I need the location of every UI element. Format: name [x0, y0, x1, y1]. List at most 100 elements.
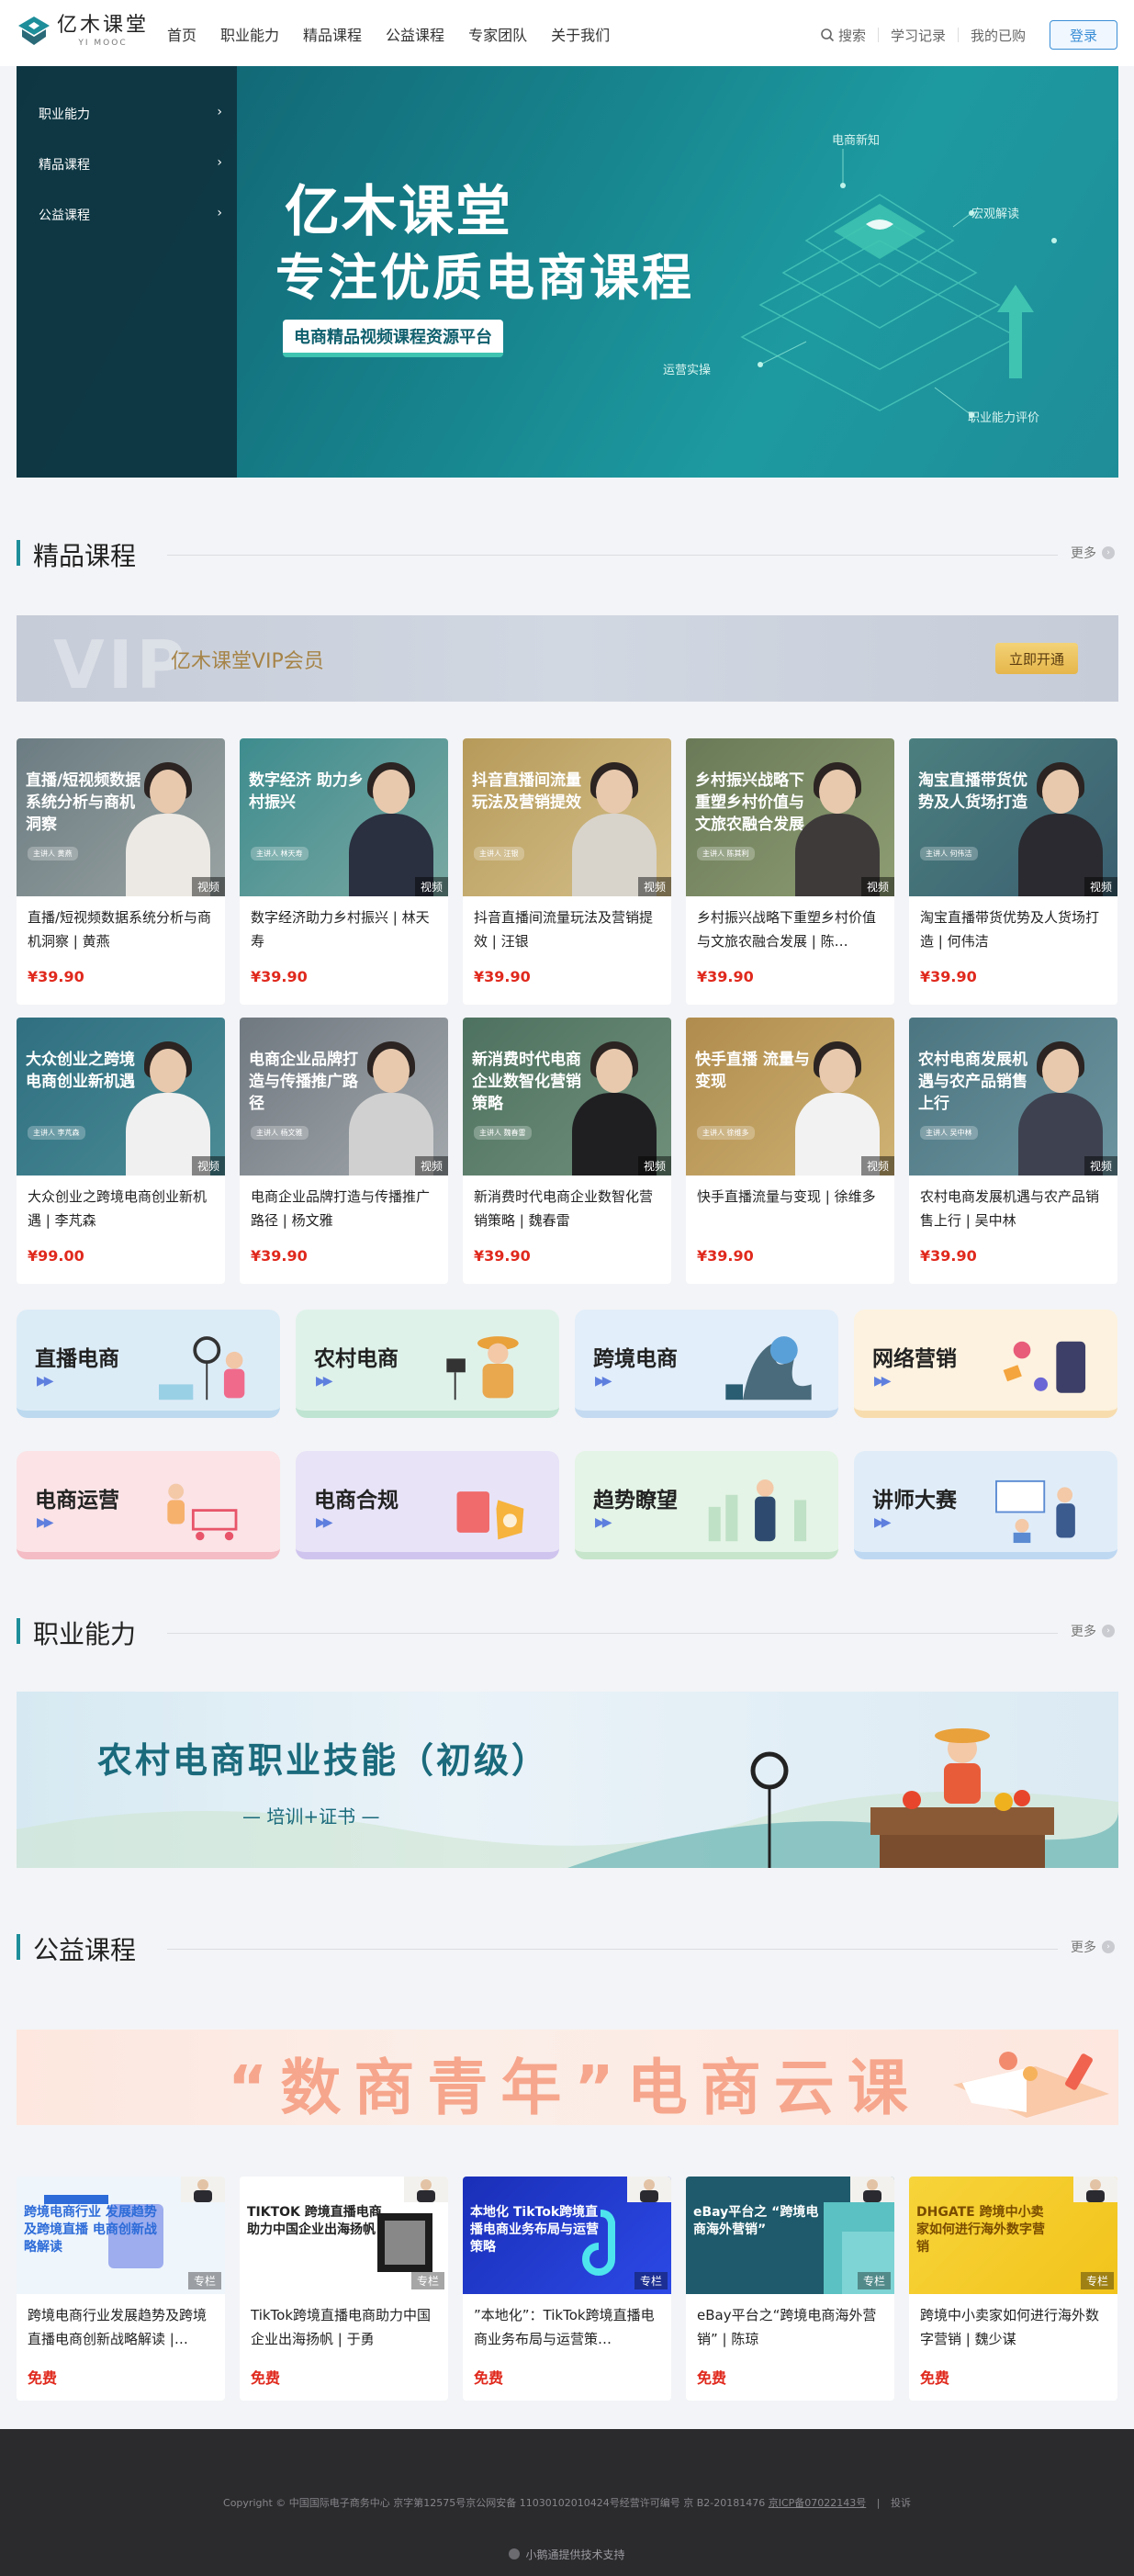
purchased-link[interactable]: 我的已购	[971, 26, 1026, 45]
course-price: 免费	[697, 2369, 727, 2387]
nav-career[interactable]: 职业能力	[220, 23, 279, 45]
vip-banner[interactable]: VIP 亿木课堂VIP会员 立即开通	[17, 615, 1118, 702]
video-badge: 视频	[860, 877, 894, 896]
course-thumbnail: 直播/短视频数据系统分析与商机洞察 主讲人 黄燕 视频	[17, 738, 225, 896]
free-course-card[interactable]: 跨境电商行业 发展趋势及跨境直播 电商创新战略解读 专栏 跨境电商行业发展趋势及…	[17, 2177, 225, 2401]
nav-experts[interactable]: 专家团队	[468, 23, 527, 45]
nav-about[interactable]: 关于我们	[551, 23, 610, 45]
career-banner[interactable]: 农村电商职业技能（初级） — 培训+证书 —	[17, 1692, 1118, 1868]
column-badge: 专栏	[857, 2272, 891, 2289]
category-illustration	[1003, 1341, 1086, 1393]
presenter-mini-photo	[181, 2177, 225, 2202]
course-price: ¥39.90	[251, 968, 308, 985]
vip-activate-button[interactable]: 立即开通	[995, 643, 1078, 674]
presenter-photo	[126, 759, 210, 896]
double-arrow-icon: ▶▶	[316, 1374, 332, 1389]
logo-text: 亿木课堂	[57, 14, 150, 37]
chevron-right-icon: ›	[1102, 546, 1115, 559]
course-card[interactable]: 抖音直播间流量玩法及营销提效 主讲人 汪银 视频 抖音直播间流量玩法及营销提效 …	[463, 738, 671, 1005]
free-course-card[interactable]: 本地化 TikTok跨境直播电商业务布局与运营策略 专栏 ”本地化”：TikTo…	[463, 2177, 671, 2401]
double-arrow-icon: ▶▶	[316, 1515, 332, 1530]
category-illustration	[446, 1336, 519, 1400]
report-link[interactable]: 投诉	[891, 2497, 911, 2509]
category-card[interactable]: 电商合规 ▶▶	[296, 1451, 559, 1559]
category-label: 讲师大赛	[872, 1489, 957, 1513]
divider: |	[876, 2497, 881, 2509]
free-course-card[interactable]: eBay平台之 “跨境电商海外营销” 专栏 eBay平台之“跨境电商海外营销” …	[686, 2177, 894, 2401]
course-card[interactable]: 直播/短视频数据系统分析与商机洞察 主讲人 黄燕 视频 直播/短视频数据系统分析…	[17, 738, 225, 1005]
login-button[interactable]: 登录	[1050, 20, 1117, 50]
free-course-card[interactable]: DHGATE 跨境中小卖家如何进行海外数字营销 专栏 跨境中小卖家如何进行海外数…	[909, 2177, 1117, 2401]
category-card[interactable]: 讲师大赛 ▶▶	[854, 1451, 1117, 1559]
course-title: eBay平台之“跨境电商海外营销” | 陈琼	[697, 2307, 877, 2347]
course-card[interactable]: 大众创业之跨境电商创业新机遇 主讲人 李芃森 视频 大众创业之跨境电商创业新机遇…	[17, 1018, 225, 1284]
course-price: ¥99.00	[28, 1247, 84, 1265]
presenter-label: 主讲人 何伟洁	[920, 847, 978, 861]
charity-banner-title: “数商青年”电商云课	[228, 2053, 921, 2123]
course-card[interactable]: 快手直播 流量与变现 主讲人 徐维多 视频 快手直播流量与变现 | 徐维多 ¥3…	[686, 1018, 894, 1284]
column-badge: 专栏	[634, 2272, 668, 2289]
video-badge: 视频	[860, 1156, 894, 1176]
category-card[interactable]: 电商运营 ▶▶	[17, 1451, 280, 1559]
nav-charity[interactable]: 公益课程	[386, 23, 444, 45]
side-menu-premium[interactable]: 精品课程 ›	[39, 155, 222, 174]
course-card[interactable]: 电商企业品牌打造与传播推广路径 主讲人 杨文雅 视频 电商企业品牌打造与传播推广…	[240, 1018, 448, 1284]
chevron-right-icon: ›	[217, 155, 222, 170]
career-banner-subtitle: — 培训+证书 —	[242, 1805, 380, 1828]
course-title: 乡村振兴战略下重塑乡村价值与文旅农融合发展 | 陈…	[697, 909, 877, 950]
course-thumbnail: 乡村振兴战略下重塑乡村价值与文旅农融合发展 主讲人 陈其利 视频	[686, 738, 894, 896]
hero-banner[interactable]: 职业能力 › 精品课程 › 公益课程 › 亿木课堂 专注优质电商课程 电商精品视频课程…	[17, 66, 1118, 478]
course-title: 跨境中小卖家如何进行海外数字营销 | 魏少谋	[920, 2307, 1100, 2347]
study-record-link[interactable]: 学习记录	[891, 26, 946, 45]
course-title: 农村电商发展机遇与农产品销售上行 | 吴中林	[920, 1188, 1100, 1229]
career-section-header: 职业能力 更多 ›	[17, 1613, 1118, 1649]
category-card[interactable]: 趋势瞭望 ▶▶	[575, 1451, 838, 1559]
presenter-photo	[572, 759, 657, 896]
course-thumbnail: 电商企业品牌打造与传播推广路径 主讲人 杨文雅 视频	[240, 1018, 448, 1176]
more-link[interactable]: 更多 ›	[1071, 544, 1115, 562]
course-card[interactable]: 数字经济 助力乡村振兴 主讲人 林天寿 视频 数字经济助力乡村振兴 | 林天寿 …	[240, 738, 448, 1005]
category-card[interactable]: 农村电商 ▶▶	[296, 1310, 559, 1418]
course-price: ¥39.90	[697, 1247, 754, 1265]
chevron-right-icon: ›	[1102, 1940, 1115, 1953]
banner-tag: 电商新知	[832, 134, 881, 148]
presenter-photo	[1018, 1038, 1103, 1176]
video-badge: 视频	[191, 877, 225, 896]
presenter-label: 主讲人 林天寿	[251, 847, 309, 861]
icp-link[interactable]: 京ICP备07022143号	[769, 2497, 867, 2509]
section-accent	[17, 540, 20, 566]
more-link[interactable]: 更多 ›	[1071, 1622, 1115, 1640]
category-card[interactable]: 跨境电商 ▶▶	[575, 1310, 838, 1418]
side-menu-career[interactable]: 职业能力 ›	[39, 105, 222, 123]
nav-premium[interactable]: 精品课程	[303, 23, 362, 45]
section-accent	[17, 1618, 20, 1644]
site-footer: Copyright © 中国国际电子商务中心 京字第12575号京公网安备 11…	[0, 2429, 1134, 2576]
course-title: 直播/短视频数据系统分析与商机洞察 | 黄燕	[28, 909, 212, 950]
more-link[interactable]: 更多 ›	[1071, 1938, 1115, 1956]
course-title: 新消费时代电商企业数智化营销策略 | 魏春雷	[474, 1188, 654, 1229]
course-thumbnail: 数字经济 助力乡村振兴 主讲人 林天寿 视频	[240, 738, 448, 896]
course-card[interactable]: 淘宝直播带货优势及人货场打造 主讲人 何伟洁 视频 淘宝直播带货优势及人货场打造…	[909, 738, 1117, 1005]
free-course-card[interactable]: TIKTOK 跨境直播电商助力中国企业出海扬帆 专栏 TikTok跨境直播电商助…	[240, 2177, 448, 2401]
course-card[interactable]: 农村电商发展机遇与农产品销售上行 主讲人 吴中林 视频 农村电商发展机遇与农产品…	[909, 1018, 1117, 1284]
category-card[interactable]: 网络营销 ▶▶	[854, 1310, 1117, 1418]
presenter-photo	[795, 759, 880, 896]
site-logo[interactable]: 亿木课堂 YI MOOC	[17, 15, 149, 48]
category-card[interactable]: 直播电商 ▶▶	[17, 1310, 280, 1418]
charity-banner[interactable]: “数商青年”电商云课	[17, 2030, 1118, 2125]
presenter-label: 主讲人 陈其利	[697, 847, 755, 861]
course-card[interactable]: 乡村振兴战略下重塑乡村价值与文旅农融合发展 主讲人 陈其利 视频 乡村振兴战略下…	[686, 738, 894, 1005]
nav-home[interactable]: 首页	[167, 23, 196, 45]
course-title: 数字经济助力乡村振兴 | 林天寿	[251, 909, 430, 950]
tech-support[interactable]: 小鹅通提供技术支持	[0, 2547, 1134, 2562]
column-badge: 专栏	[1080, 2272, 1114, 2289]
category-illustration	[995, 1479, 1075, 1544]
category-label: 跨境电商	[593, 1347, 678, 1371]
side-menu-charity[interactable]: 公益课程 ›	[39, 206, 222, 224]
section-title: 职业能力	[33, 1619, 137, 1649]
course-card[interactable]: 新消费时代电商企业数智化营销策略 主讲人 魏春雷 视频 新消费时代电商企业数智化…	[463, 1018, 671, 1284]
premium-section-header: 精品课程 更多 ›	[17, 534, 1118, 571]
category-illustration	[167, 1483, 238, 1541]
course-price: ¥39.90	[474, 1247, 531, 1265]
search-button[interactable]: 搜索	[820, 26, 866, 45]
